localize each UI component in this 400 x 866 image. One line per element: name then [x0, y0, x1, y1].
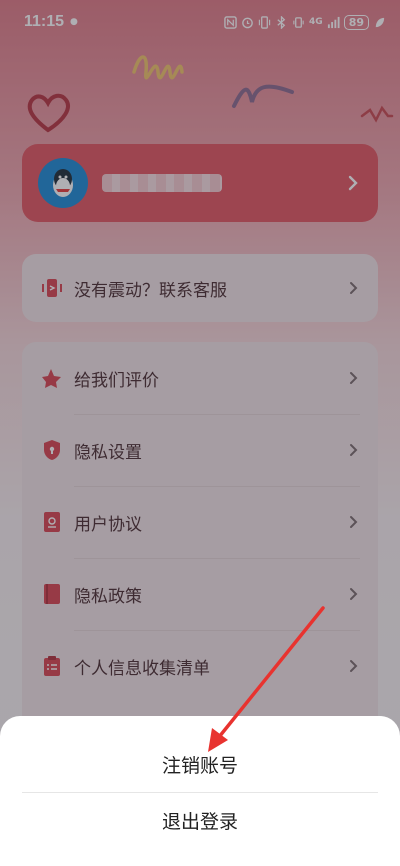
divider — [22, 792, 378, 793]
cancel-account-button[interactable]: 注销账号 — [0, 756, 400, 776]
bottom-action-sheet: 注销账号 退出登录 — [0, 716, 400, 866]
logout-button[interactable]: 退出登录 — [0, 812, 400, 832]
